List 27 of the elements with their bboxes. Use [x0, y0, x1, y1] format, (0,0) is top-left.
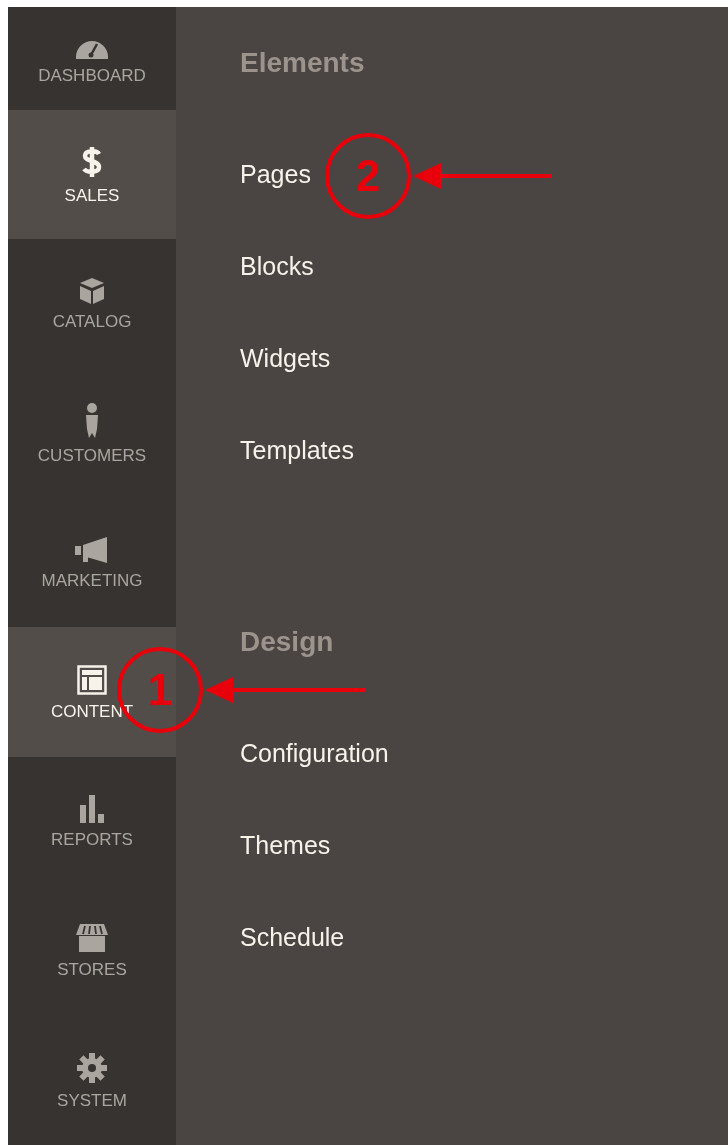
- megaphone-icon: [74, 536, 110, 565]
- sidebar-label: CUSTOMERS: [37, 446, 147, 464]
- sidebar-label: MARKETING: [41, 572, 143, 590]
- section-heading: Elements: [240, 49, 366, 77]
- dollar-icon: [81, 144, 103, 179]
- menu-link[interactable]: Schedule: [240, 923, 345, 951]
- menu-link[interactable]: Pages: [240, 160, 311, 188]
- menu-link[interactable]: Themes: [240, 831, 331, 859]
- menu-link[interactable]: Configuration: [240, 739, 389, 767]
- sidebar-label: REPORTS: [51, 830, 133, 848]
- menu-link[interactable]: Templates: [240, 436, 354, 464]
- menu-link[interactable]: Blocks: [240, 252, 314, 280]
- gear-icon: [76, 1051, 108, 1084]
- box-icon: [79, 277, 105, 306]
- storefront-icon: [75, 923, 109, 954]
- sidebar-label: DASHBOARD: [38, 66, 146, 84]
- sidebar-label: STORES: [57, 961, 127, 979]
- section-heading: Design: [240, 628, 335, 656]
- menu-link[interactable]: Widgets: [240, 344, 331, 372]
- person-icon: [83, 402, 101, 439]
- bar-chart-icon: [79, 794, 105, 823]
- sidebar-label: CATALOG: [52, 313, 132, 331]
- sidebar-label: SYSTEM: [57, 1091, 127, 1109]
- callout-number: 2: [325, 133, 411, 219]
- layout-icon: [77, 664, 107, 695]
- sidebar-item[interactable]: SALES: [8, 109, 176, 240]
- sidebar-label: SALES: [64, 186, 120, 204]
